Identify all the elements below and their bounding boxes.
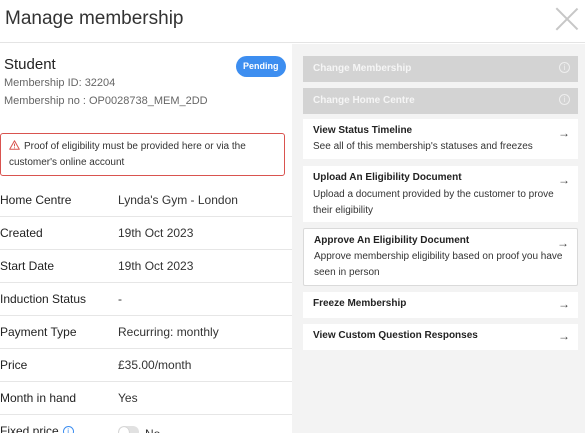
- change-home-centre-button[interactable]: Change Home Centre i: [303, 88, 578, 114]
- detail-value: Recurring: monthly: [118, 325, 219, 339]
- detail-value: -: [118, 292, 122, 306]
- fixed-price-label: Fixed price: [0, 424, 59, 433]
- info-icon: i: [559, 62, 570, 73]
- detail-label: Fixed price i: [0, 424, 74, 433]
- close-icon[interactable]: [552, 4, 582, 34]
- membership-name: Student: [4, 56, 56, 73]
- fixed-price-toggle[interactable]: [118, 426, 139, 433]
- alert-text: Proof of eligibility must be provided he…: [9, 141, 246, 168]
- eligibility-alert: Proof of eligibility must be provided he…: [0, 133, 285, 176]
- detail-row-month-in-hand: Month in hand Yes: [0, 382, 292, 415]
- modal-header: Manage membership: [0, 0, 585, 43]
- detail-label: Price: [0, 358, 28, 372]
- detail-row-home-centre: Home Centre Lynda's Gym - London: [0, 184, 292, 217]
- action-title: Change Membership: [313, 63, 412, 74]
- detail-value: £35.00/month: [118, 358, 192, 372]
- action-description: See all of this membership's statuses an…: [313, 141, 533, 152]
- detail-row-payment-type: Payment Type Recurring: monthly: [0, 316, 292, 349]
- detail-label: Home Centre: [0, 193, 72, 207]
- action-description: Approve membership eligibility based on …: [314, 251, 563, 278]
- detail-value: 19th Oct 2023: [118, 226, 194, 240]
- arrow-right-icon: →: [557, 236, 569, 250]
- detail-label: Induction Status: [0, 292, 87, 306]
- action-title: Upload An Eligibility Document: [313, 172, 462, 183]
- detail-label: Start Date: [0, 259, 55, 273]
- arrow-right-icon: →: [558, 126, 570, 140]
- membership-details-panel: Student Pending Membership ID: 32204 Mem…: [0, 44, 292, 433]
- detail-row-price: Price £35.00/month: [0, 349, 292, 382]
- info-icon[interactable]: i: [62, 426, 74, 433]
- status-badge: Pending: [236, 56, 286, 77]
- detail-row-induction-status: Induction Status -: [0, 283, 292, 316]
- detail-row-start-date: Start Date 19th Oct 2023: [0, 250, 292, 283]
- detail-label: Month in hand: [0, 391, 77, 405]
- action-description: Upload a document provided by the custom…: [313, 189, 554, 216]
- freeze-membership-button[interactable]: Freeze Membership →: [303, 292, 578, 318]
- view-status-timeline-button[interactable]: View Status Timeline See all of this mem…: [303, 119, 578, 159]
- arrow-right-icon: →: [558, 329, 570, 343]
- detail-label: Created: [0, 226, 43, 240]
- membership-number: Membership no : OP0028738_MEM_2DD: [4, 95, 208, 107]
- arrow-right-icon: →: [558, 173, 570, 187]
- detail-value: 19th Oct 2023: [118, 259, 194, 273]
- approve-eligibility-document-button[interactable]: Approve An Eligibility Document Approve …: [303, 228, 578, 286]
- membership-id: Membership ID: 32204: [4, 77, 116, 89]
- modal-title: Manage membership: [5, 8, 184, 29]
- details-table: Home Centre Lynda's Gym - London Created…: [0, 184, 292, 433]
- toggle-label: No: [145, 427, 160, 433]
- action-title: View Status Timeline: [313, 125, 413, 136]
- info-icon: i: [559, 94, 570, 105]
- action-title: Approve An Eligibility Document: [314, 235, 470, 246]
- action-title: Freeze Membership: [313, 298, 407, 309]
- detail-label: Payment Type: [0, 325, 77, 339]
- detail-row-fixed-price: Fixed pricei No: [0, 415, 292, 433]
- action-title: Change Home Centre: [313, 95, 415, 106]
- change-membership-button[interactable]: Change Membership i: [303, 56, 578, 82]
- action-title: View Custom Question Responses: [313, 330, 478, 341]
- detail-value: Yes: [118, 391, 138, 405]
- upload-eligibility-document-button[interactable]: Upload An Eligibility Document Upload a …: [303, 166, 578, 222]
- arrow-right-icon: →: [558, 297, 570, 311]
- detail-row-created: Created 19th Oct 2023: [0, 217, 292, 250]
- view-custom-question-responses-button[interactable]: View Custom Question Responses →: [303, 324, 578, 350]
- detail-value: Lynda's Gym - London: [118, 193, 238, 207]
